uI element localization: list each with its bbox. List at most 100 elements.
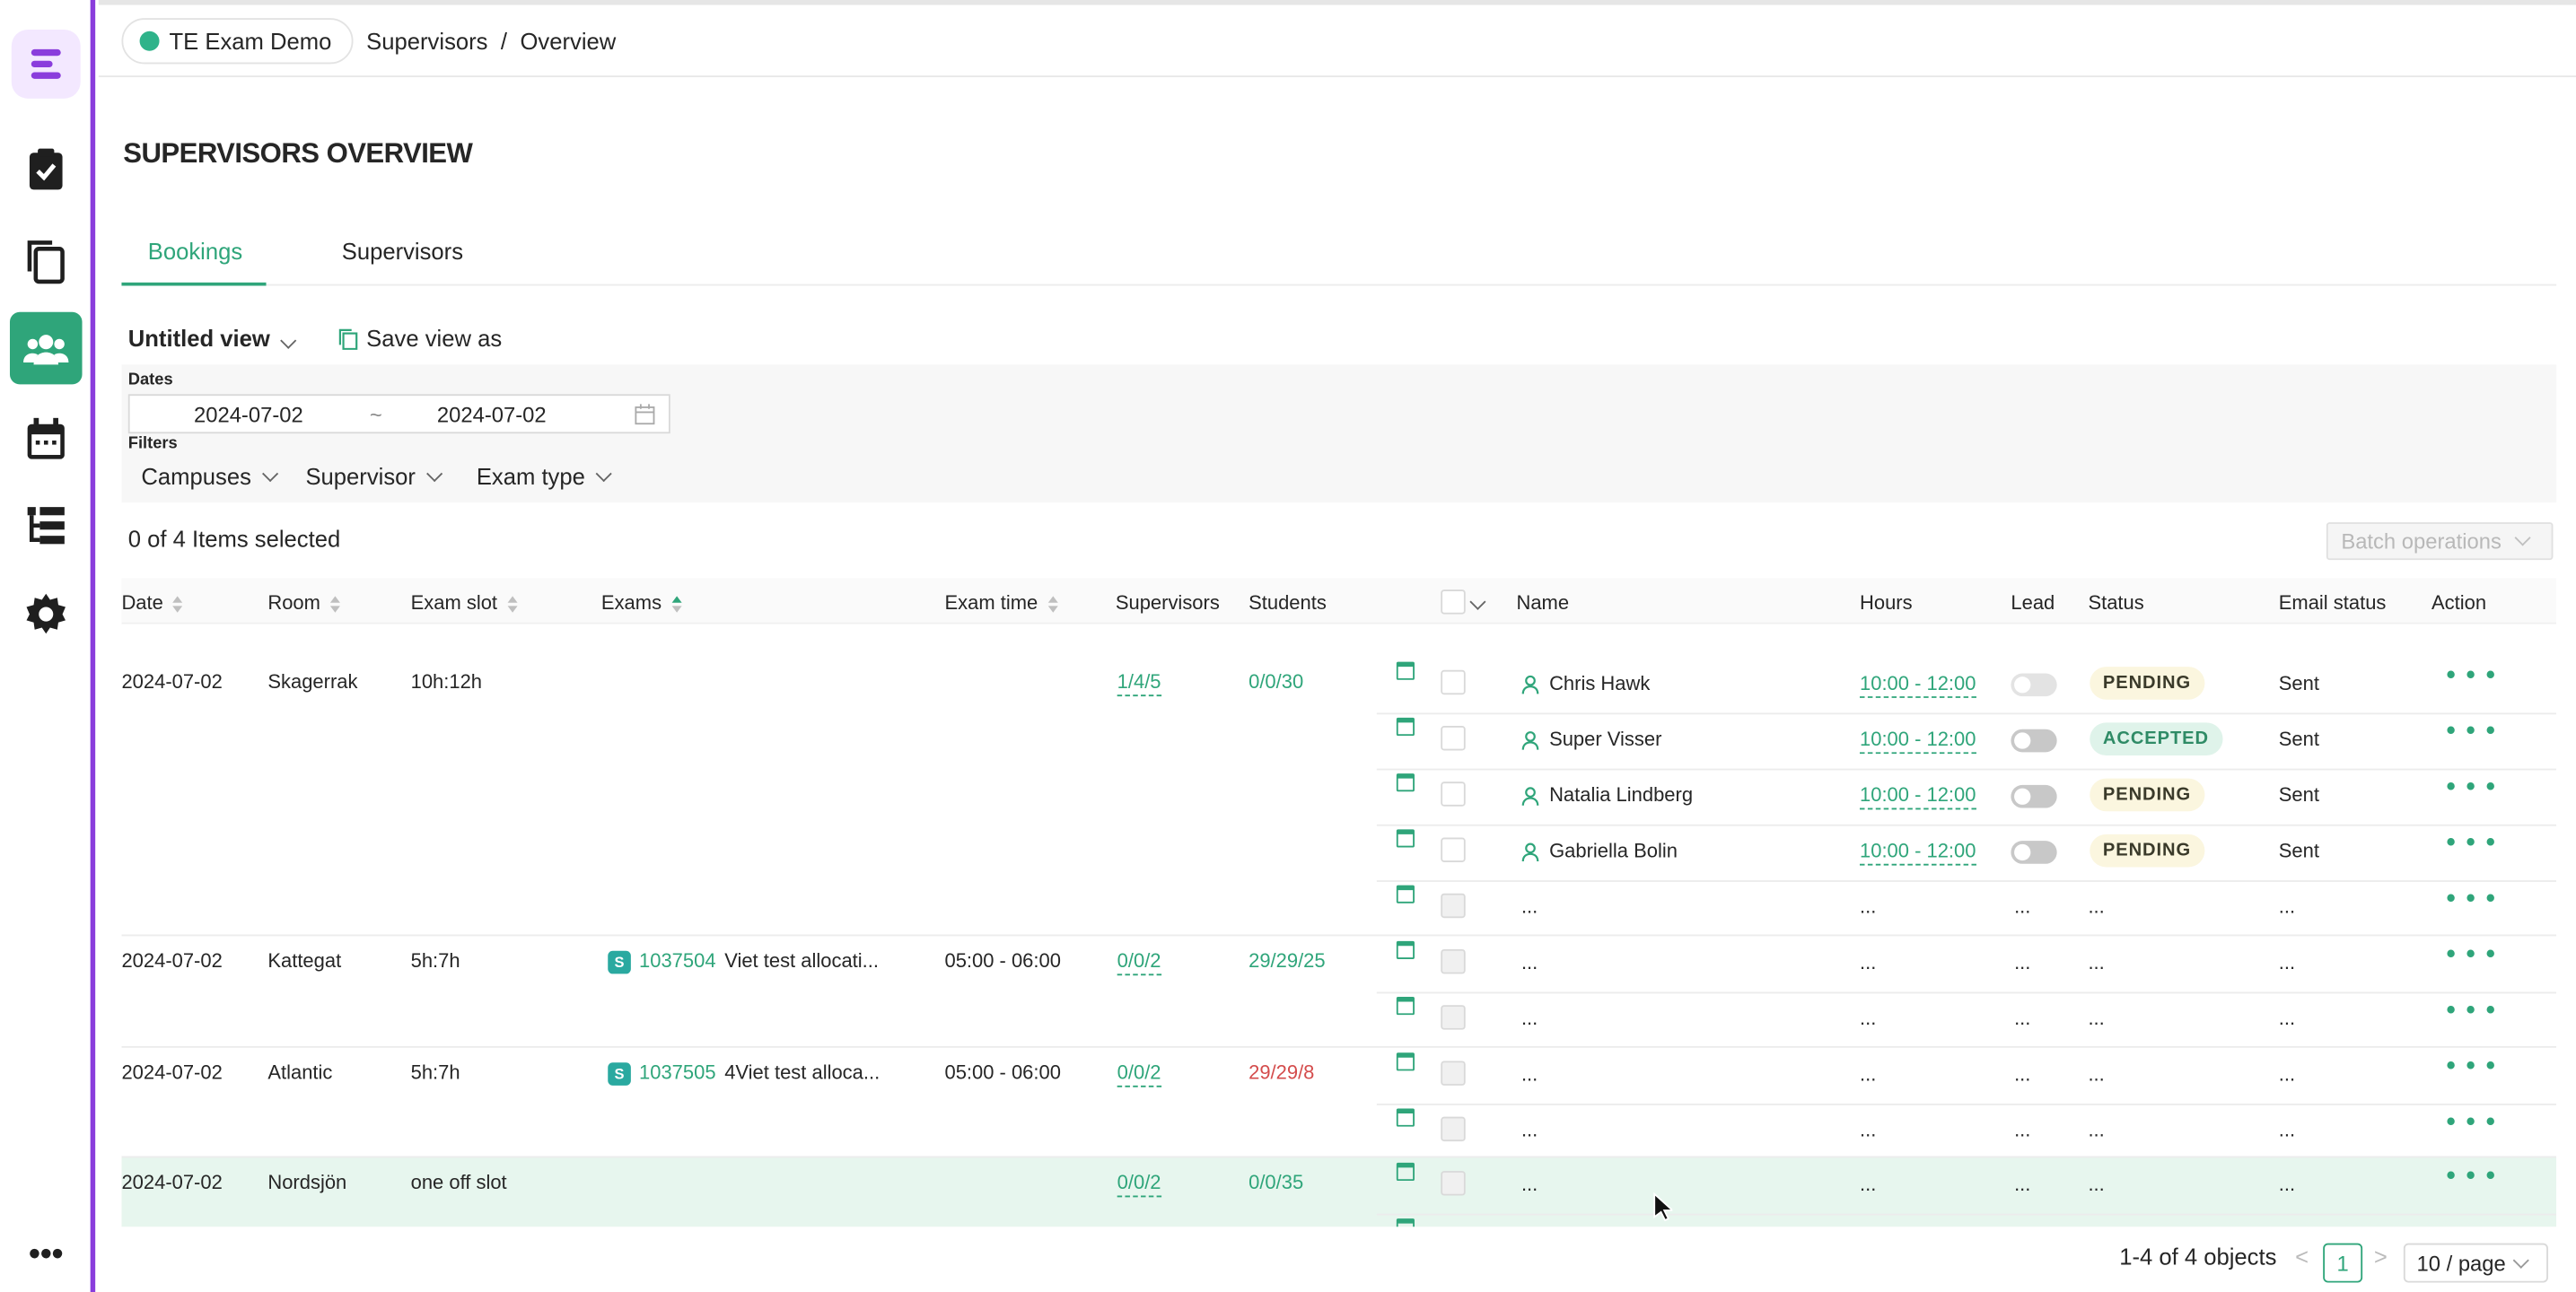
- exam-id-link[interactable]: 1037504: [639, 949, 716, 973]
- chevron-down-icon: [595, 465, 612, 482]
- row-actions-icon[interactable]: • • •: [2446, 662, 2496, 692]
- sidebar-item-calendar[interactable]: [10, 402, 83, 475]
- row-checkbox[interactable]: [1441, 726, 1466, 751]
- calendar-icon: [27, 417, 65, 459]
- sidebar-item-hierarchy[interactable]: [10, 489, 83, 562]
- calendar-icon[interactable]: [1396, 1218, 1415, 1227]
- row-actions-icon[interactable]: • • •: [2446, 997, 2496, 1026]
- chevron-down-icon[interactable]: [1469, 593, 1486, 610]
- hours-link[interactable]: 10:00 - 12:00: [1860, 672, 1976, 698]
- date-to[interactable]: 2024-07-02: [437, 402, 547, 426]
- save-view-button[interactable]: Save view as: [338, 325, 502, 352]
- calendar-icon[interactable]: [1396, 1162, 1415, 1182]
- col-date[interactable]: Date: [121, 591, 184, 615]
- hours-link[interactable]: 10:00 - 12:00: [1860, 728, 1976, 755]
- exam-type-filter[interactable]: Exam type: [477, 463, 612, 489]
- row-actions-icon[interactable]: • • •: [2446, 886, 2496, 915]
- col-exams[interactable]: Exams: [601, 591, 683, 615]
- hours-link[interactable]: 10:00 - 12:00: [1860, 783, 1976, 810]
- calendar-icon[interactable]: [1396, 773, 1415, 792]
- sort-icon: [329, 596, 342, 613]
- lead-placeholder: ...: [2014, 1007, 2031, 1030]
- sidebar-item-supervisors[interactable]: [9, 311, 83, 385]
- lead-toggle[interactable]: [2011, 673, 2057, 697]
- row-checkbox: [1441, 1061, 1466, 1086]
- view-selector-row: Untitled view Save view as: [128, 325, 502, 352]
- row-checkbox[interactable]: [1441, 837, 1466, 862]
- pagination-next[interactable]: >: [2374, 1244, 2388, 1270]
- campuses-label: Campuses: [141, 463, 251, 490]
- row-actions-icon[interactable]: • • •: [2446, 1052, 2496, 1082]
- status-badge: ACCEPTED: [2090, 722, 2222, 755]
- name-placeholder: ...: [1520, 1007, 1538, 1030]
- exam-id-link[interactable]: 1037505: [639, 1061, 716, 1084]
- row-checkbox: [1441, 1005, 1466, 1030]
- date-range-picker[interactable]: 2024-07-02 ~ 2024-07-02: [127, 394, 670, 434]
- chevron-down-icon: [280, 332, 297, 349]
- calendar-icon[interactable]: [1396, 997, 1415, 1016]
- email-placeholder: ...: [2278, 1062, 2296, 1086]
- hours-link[interactable]: 10:00 - 12:00: [1860, 839, 1976, 866]
- lead-toggle[interactable]: [2011, 841, 2057, 864]
- supervisors-count[interactable]: 0/0/2: [1117, 1061, 1161, 1087]
- row-actions-icon[interactable]: • • •: [2446, 941, 2496, 971]
- row-checkbox: [1441, 1116, 1466, 1142]
- page-size-select[interactable]: 10 / page: [2403, 1243, 2548, 1283]
- calendar-icon[interactable]: [1396, 940, 1415, 959]
- supervisor-name: Chris Hawk: [1549, 671, 1651, 695]
- sidebar-item-tasks[interactable]: [10, 133, 83, 205]
- tab-supervisors[interactable]: Supervisors: [342, 238, 463, 264]
- clipboard-check-icon: [29, 148, 63, 190]
- supervisor-filter[interactable]: Supervisor: [305, 463, 443, 489]
- lead-toggle[interactable]: [2011, 729, 2057, 753]
- row-actions-icon[interactable]: • • •: [2446, 1109, 2496, 1139]
- view-dropdown[interactable]: Untitled view: [128, 325, 297, 352]
- app-logo[interactable]: [11, 29, 81, 99]
- calendar-icon[interactable]: [1396, 661, 1415, 680]
- breadcrumb-overview: Overview: [520, 28, 617, 55]
- col-status: Status: [2088, 590, 2144, 615]
- tab-bookings[interactable]: Bookings: [148, 238, 242, 264]
- calendar-icon[interactable]: [1396, 829, 1415, 848]
- col-exam-slot[interactable]: Exam slot: [411, 591, 519, 615]
- calendar-icon[interactable]: [1396, 1108, 1415, 1127]
- pagination-prev[interactable]: <: [2295, 1244, 2309, 1270]
- more-icon[interactable]: •••: [10, 1218, 83, 1291]
- status-placeholder: ...: [2088, 950, 2105, 974]
- row-actions-icon[interactable]: • • •: [2446, 1218, 2496, 1227]
- status-badge: PENDING: [2090, 778, 2204, 812]
- calendar-icon[interactable]: [1396, 1052, 1415, 1071]
- row-actions-icon[interactable]: • • •: [2446, 773, 2496, 803]
- row-checkbox[interactable]: [1441, 669, 1466, 695]
- calendar-icon[interactable]: [1396, 717, 1415, 737]
- user-icon: [1521, 787, 1539, 806]
- gear-icon: [26, 593, 66, 634]
- row-actions-icon[interactable]: • • •: [2446, 718, 2496, 747]
- students-count: 29/29/25: [1249, 948, 1326, 973]
- col-exam-slot-label: Exam slot: [410, 590, 498, 615]
- row-actions-icon[interactable]: • • •: [2446, 829, 2496, 859]
- environment-selector[interactable]: TE Exam Demo: [121, 18, 354, 65]
- row-checkbox[interactable]: [1441, 781, 1466, 807]
- breadcrumb-supervisors[interactable]: Supervisors: [366, 28, 487, 54]
- date-from[interactable]: 2024-07-02: [194, 402, 303, 426]
- col-room[interactable]: Room: [267, 591, 341, 615]
- pagination-page-1[interactable]: 1: [2323, 1243, 2363, 1283]
- supervisors-count[interactable]: 1/4/5: [1117, 670, 1161, 697]
- batch-operations-button[interactable]: Batch operations: [2326, 522, 2554, 561]
- exam-type-badge: S: [608, 950, 631, 974]
- top-bar: TE Exam Demo Supervisors / Overview: [98, 0, 2576, 78]
- campuses-filter[interactable]: Campuses: [141, 463, 279, 490]
- row-actions-icon[interactable]: • • •: [2446, 1163, 2496, 1192]
- supervisors-count[interactable]: 0/0/2: [1117, 1171, 1161, 1198]
- environment-name: TE Exam Demo: [169, 28, 332, 55]
- sidebar-item-settings[interactable]: [10, 578, 83, 650]
- supervisors-count[interactable]: 0/0/2: [1117, 949, 1161, 976]
- select-all-checkbox[interactable]: [1441, 589, 1466, 615]
- lead-toggle[interactable]: [2011, 784, 2057, 808]
- sidebar-item-copies[interactable]: [10, 225, 83, 298]
- calendar-icon[interactable]: [1396, 885, 1415, 904]
- cell-date: 2024-07-02: [121, 948, 223, 973]
- email-placeholder: ...: [2278, 1172, 2296, 1196]
- col-exam-time[interactable]: Exam time: [944, 591, 1059, 615]
